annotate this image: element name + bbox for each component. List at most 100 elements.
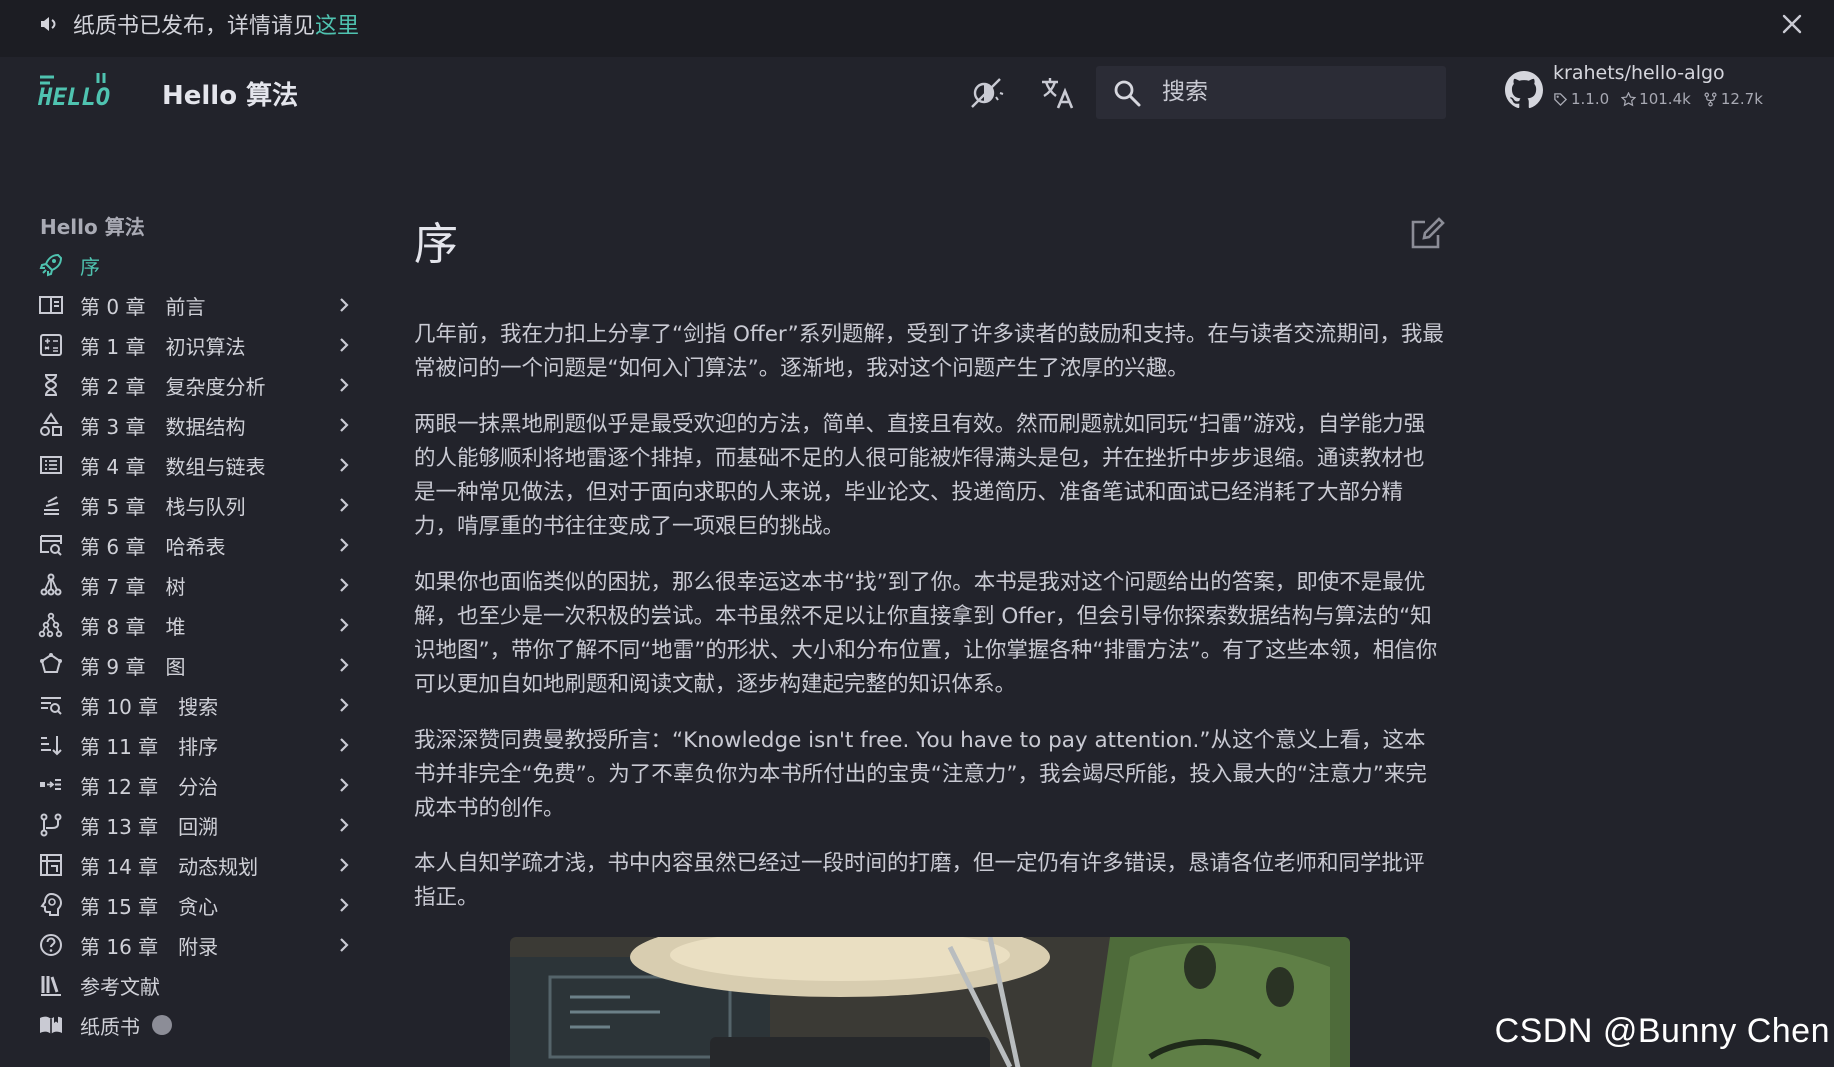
library-icon — [41, 976, 61, 996]
sidebar-item-chapter-0[interactable]: 第 0 章 前言 — [38, 288, 358, 322]
chevron-right-icon — [340, 338, 349, 352]
logo-text: HELLO — [38, 83, 110, 111]
repo-version-value: 1.1.0 — [1571, 90, 1610, 108]
translate-icon[interactable] — [1038, 73, 1078, 113]
sort-icon — [41, 736, 62, 756]
sidebar-item-chapter-4[interactable]: 第 4 章 数组与链表 — [38, 448, 358, 482]
sidebar-item-chapter-11[interactable]: 第 11 章 排序 — [38, 728, 358, 762]
sidebar-item-chapter-3[interactable]: 第 3 章 数据结构 — [38, 408, 358, 442]
fork-icon — [1704, 92, 1717, 106]
sidebar-item-references[interactable]: 参考文献 — [38, 968, 358, 1002]
chevron-right-icon — [340, 578, 349, 592]
help-circle-icon — [40, 934, 62, 956]
repo-facts: 1.1.0 101.4k 12.7k — [1553, 90, 1763, 108]
sidebar-item-label: 第 7 章 树 — [80, 574, 186, 599]
sidebar-item-chapter-7[interactable]: 第 7 章 树 — [38, 568, 358, 602]
sidebar-item-chapter-5[interactable]: 第 5 章 栈与队列 — [38, 488, 358, 522]
csdn-watermark: CSDN @Bunny Chen — [1494, 1012, 1830, 1050]
chevron-right-icon — [340, 778, 349, 792]
chevron-right-icon — [340, 738, 349, 752]
sidebar-item-label: 第 16 章 附录 — [80, 934, 219, 959]
graph-icon — [40, 653, 62, 673]
paragraph: 我深深赞同费曼教授所言：“Knowledge isn't free. You h… — [414, 728, 1427, 821]
repo-name: krahets/hello-algo — [1553, 62, 1725, 84]
backtrack-icon — [40, 813, 62, 837]
sidebar-item-label: 序 — [80, 254, 100, 279]
sidebar-item-paper-book[interactable]: 纸质书 — [38, 1008, 358, 1042]
chevron-right-icon — [340, 298, 349, 312]
search-list-icon — [41, 697, 62, 715]
table-pivot-icon — [40, 854, 62, 876]
cover-illustration — [510, 937, 1350, 1067]
chevron-right-icon — [340, 498, 349, 512]
chevron-right-icon — [340, 698, 349, 712]
paragraph: 几年前，我在力扣上分享了“剑指 Offer”系列题解，受到了许多读者的鼓励和支持… — [414, 322, 1444, 381]
rocket-icon — [39, 253, 63, 277]
paragraph: 如果你也面临类似的困扰，那么很幸运这本书“找”到了你。本书是我对这个问题给出的答… — [414, 570, 1438, 697]
paragraph: 两眼一抹黑地刷题似乎是最受欢迎的方法，简单、直接且有效。然而刷题就如同玩“扫雷”… — [414, 412, 1426, 539]
paragraph: 本人自知学疏才浅，书中内容虽然已经过一段时间的打磨，但一定仍有许多错误，恳请各位… — [414, 851, 1425, 910]
sidebar-item-chapter-2[interactable]: 第 2 章 复杂度分析 — [38, 368, 358, 402]
sidebar-item-chapter-15[interactable]: 第 15 章 贪心 — [38, 888, 358, 922]
github-repo-link[interactable]: krahets/hello-algo 1.1.0 101.4k 12.7k — [1505, 61, 1785, 121]
github-icon — [1505, 71, 1543, 109]
sidebar-item-label: 第 10 章 搜索 — [80, 694, 219, 719]
search-input[interactable] — [1162, 72, 1432, 112]
paper-book-badge — [152, 1015, 172, 1035]
repo-forks: 12.7k — [1703, 90, 1763, 108]
table-search-icon — [40, 535, 62, 556]
close-icon[interactable] — [1778, 10, 1806, 38]
sidebar-item-label: 第 3 章 数据结构 — [80, 414, 246, 439]
tag-icon — [1554, 92, 1568, 106]
sidebar-item-label: 第 8 章 堆 — [80, 614, 186, 639]
list-box-icon — [40, 456, 62, 474]
star-icon — [1621, 91, 1637, 106]
announcement-link[interactable]: 这里 — [315, 14, 359, 39]
chevron-right-icon — [340, 858, 349, 872]
sidebar-item-label: 参考文献 — [80, 974, 160, 999]
repo-forks-value: 12.7k — [1720, 90, 1763, 108]
sidebar-item-chapter-8[interactable]: 第 8 章 堆 — [38, 608, 358, 642]
sidebar-item-chapter-16[interactable]: 第 16 章 附录 — [38, 928, 358, 962]
repo-stars: 101.4k — [1621, 90, 1691, 108]
sidebar-item-chapter-13[interactable]: 第 13 章 回溯 — [38, 808, 358, 842]
hello-logo[interactable]: HELLO — [38, 71, 116, 111]
sidebar-item-label: 第 5 章 栈与队列 — [80, 494, 246, 519]
tree-icon — [40, 573, 62, 596]
sidebar-item-chapter-6[interactable]: 第 6 章 哈希表 — [38, 528, 358, 562]
heap-icon — [38, 612, 63, 638]
megaphone-icon — [41, 17, 56, 31]
chevron-right-icon — [340, 618, 349, 632]
sidebar-item-chapter-9[interactable]: 第 9 章 图 — [38, 648, 358, 682]
sidebar-item-chapter-1[interactable]: 第 1 章 初识算法 — [38, 328, 358, 362]
chevron-right-icon — [340, 418, 349, 432]
chevron-right-icon — [340, 538, 349, 552]
sidebar-item-label: 第 11 章 排序 — [80, 734, 219, 759]
repo-stars-value: 101.4k — [1639, 90, 1691, 108]
hourglass-icon — [44, 374, 58, 396]
sidebar-item-label: 第 6 章 哈希表 — [80, 534, 226, 559]
sidebar-item-label: 第 1 章 初识算法 — [80, 334, 246, 359]
sidebar-heading: Hello 算法 — [40, 215, 145, 239]
calculator-icon — [40, 334, 62, 356]
book-open-variant-icon — [40, 1016, 62, 1034]
stack-icon — [44, 496, 59, 515]
sidebar-item-label: 第 15 章 贪心 — [80, 894, 219, 919]
page-title: 序 — [414, 219, 458, 270]
sidebar-item-preface[interactable]: 序 — [38, 248, 358, 282]
site-title[interactable]: Hello 算法 — [162, 75, 298, 112]
theme-toggle-icon[interactable] — [966, 73, 1006, 113]
sidebar-item-chapter-10[interactable]: 第 10 章 搜索 — [38, 688, 358, 722]
site-header: HELLO Hello 算法 krahets/hello-algo 1.1.0 — [0, 57, 1834, 127]
chevron-right-icon — [340, 818, 349, 832]
sidebar-item-chapter-14[interactable]: 第 14 章 动态规划 — [38, 848, 358, 882]
sidebar-item-label: 第 2 章 复杂度分析 — [80, 374, 266, 399]
edit-icon[interactable] — [1408, 214, 1448, 254]
sidebar-item-chapter-12[interactable]: 第 12 章 分治 — [38, 768, 358, 802]
search-box[interactable] — [1096, 66, 1446, 119]
search-icon — [1114, 80, 1141, 107]
announcement-message: 纸质书已发布，详情请见 — [73, 14, 316, 39]
sidebar-item-label: 第 9 章 图 — [80, 654, 186, 679]
divide-icon — [40, 779, 61, 790]
sidebar-item-label: 第 12 章 分治 — [80, 774, 219, 799]
